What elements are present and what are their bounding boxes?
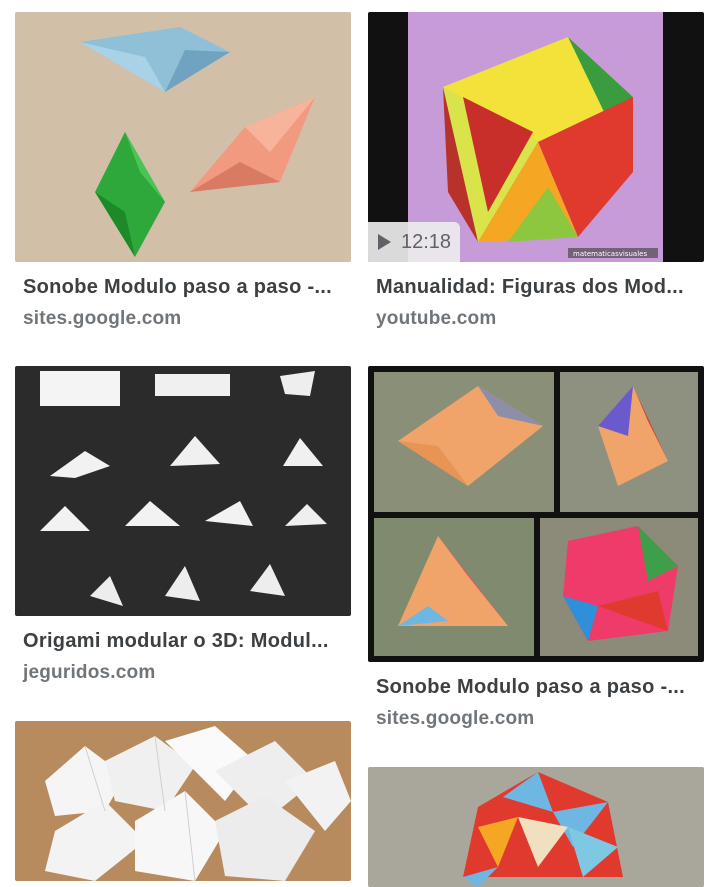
results-column-left: Sonobe Modulo paso a paso -... sites.goo… — [15, 12, 351, 881]
result-source[interactable]: youtube.com — [376, 307, 704, 331]
result-thumbnail[interactable] — [368, 767, 704, 887]
result-card[interactable]: Sonobe Modulo paso a paso -... sites.goo… — [15, 12, 351, 331]
result-title[interactable]: Manualidad: Figuras dos Mod... — [376, 275, 698, 299]
play-icon — [378, 234, 391, 250]
result-source[interactable]: sites.google.com — [376, 707, 704, 731]
result-card[interactable]: matematicasvisuales 12:18 Manualidad: Fi… — [368, 12, 704, 331]
result-card[interactable] — [15, 721, 351, 881]
duration-text: 12:18 — [401, 230, 452, 253]
result-source[interactable]: jeguridos.com — [23, 661, 351, 685]
result-card[interactable]: Origami modular o 3D: Modul... jeguridos… — [15, 366, 351, 685]
result-title[interactable]: Sonobe Modulo paso a paso -... — [23, 275, 345, 299]
result-card[interactable] — [368, 767, 704, 887]
result-thumbnail[interactable] — [15, 721, 351, 881]
result-thumbnail[interactable]: matematicasvisuales 12:18 — [368, 12, 704, 262]
result-source[interactable]: sites.google.com — [23, 307, 351, 331]
video-duration-badge: 12:18 — [368, 222, 460, 262]
result-thumbnail[interactable] — [15, 366, 351, 616]
result-thumbnail[interactable] — [15, 12, 351, 262]
result-card[interactable]: Sonobe Modulo paso a paso -... sites.goo… — [368, 366, 704, 731]
result-thumbnail[interactable] — [368, 366, 704, 662]
results-column-right: matematicasvisuales 12:18 Manualidad: Fi… — [368, 12, 704, 887]
result-title[interactable]: Sonobe Modulo paso a paso -... — [376, 675, 698, 699]
result-title[interactable]: Origami modular o 3D: Modul... — [23, 629, 345, 653]
watermark-text: matematicasvisuales — [573, 250, 647, 258]
